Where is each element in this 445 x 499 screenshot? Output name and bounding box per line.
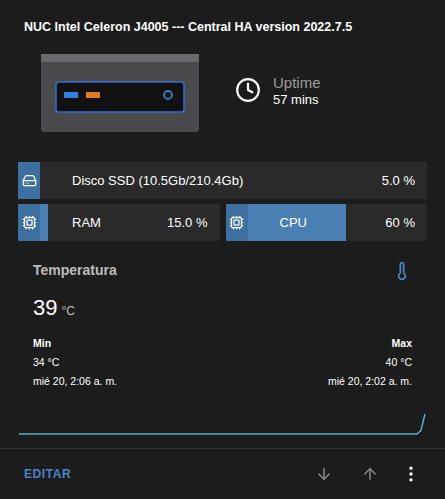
edit-button[interactable]: EDITAR (24, 465, 71, 483)
disk-icon (22, 173, 37, 188)
temperature-title: Temperatura (33, 260, 117, 281)
stat-value: 60 % (385, 213, 415, 233)
max-label: Max (392, 336, 412, 352)
max-value: 40 °C (386, 355, 412, 371)
max-time: mié 20, 2:02 a. m. (328, 374, 412, 390)
card-title: NUC Intel Celeron J4005 --- Central HA v… (0, 0, 445, 37)
uptime-value: 57 mins (273, 92, 321, 108)
temperature-card[interactable]: Temperatura 39°C Min 34 °C mié 20, 2:06 a. m… (18, 256, 427, 435)
temperature-unit: °C (61, 302, 74, 320)
uptime-label: Uptime (273, 74, 321, 93)
stat-bar[interactable]: RAM15.0 % (18, 204, 220, 241)
system-card: NUC Intel Celeron J4005 --- Central HA v… (0, 0, 445, 499)
stat-value: 5.0 % (382, 171, 415, 191)
stat-bar[interactable]: Disco SSD (10.5Gb/210.4Gb)5.0 % (18, 162, 427, 199)
temperature-chart (18, 406, 426, 436)
stat-label: CPU (280, 213, 386, 233)
temperature-value: 39 (33, 291, 57, 324)
more-options-icon[interactable] (401, 464, 421, 484)
nuc-device-icon (38, 44, 203, 139)
min-time: mié 20, 2:06 a. m. (33, 374, 117, 390)
stat-label: RAM (72, 213, 167, 233)
min-value: 34 °C (33, 355, 117, 371)
chip-icon (229, 215, 244, 230)
move-up-icon[interactable] (361, 465, 379, 483)
stat-label: Disco SSD (10.5Gb/210.4Gb) (72, 171, 382, 191)
thermometer-icon (392, 261, 412, 281)
chip-icon (22, 215, 37, 230)
stat-bar[interactable]: CPU60 % (226, 204, 428, 241)
min-label: Min (33, 336, 117, 352)
clock-icon (235, 77, 261, 103)
move-down-icon[interactable] (315, 465, 333, 483)
stat-value: 15.0 % (167, 213, 207, 233)
